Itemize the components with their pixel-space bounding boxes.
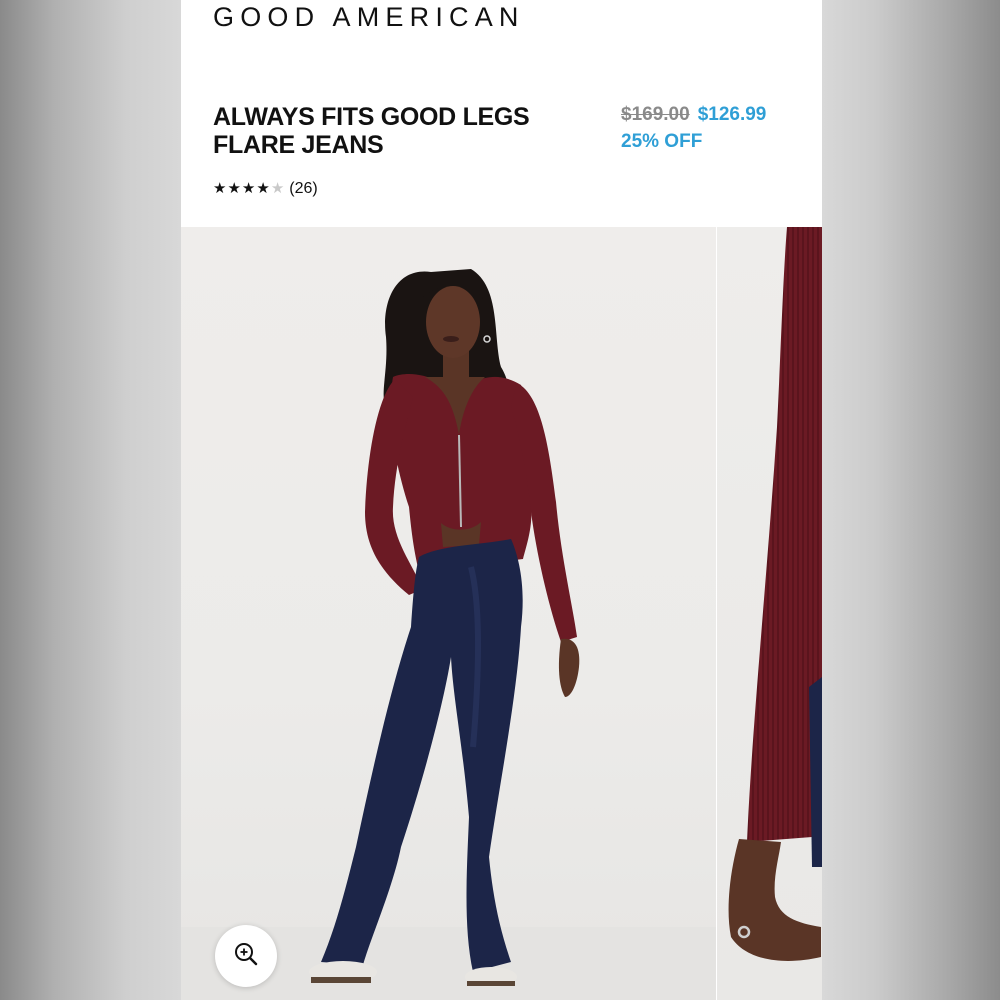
discount-badge: 25% OFF <box>621 131 703 152</box>
model-full-body-photo[interactable] <box>181 227 716 1000</box>
star-icon: ★ <box>213 180 227 197</box>
review-count[interactable]: (26) <box>289 180 317 198</box>
zoom-in-icon <box>233 941 259 972</box>
star-icon: ★ <box>241 180 256 197</box>
rating[interactable]: ★ ★ ★ ★ ★ (26) <box>213 179 318 199</box>
sale-price: $126.99 <box>697 104 767 125</box>
background-right <box>822 0 1000 1000</box>
star-icon: ★ <box>256 180 270 197</box>
star-empty-icon: ★ <box>270 180 285 197</box>
zoom-button[interactable] <box>215 925 277 987</box>
star-icon: ★ <box>227 180 241 197</box>
brand-logo[interactable]: GOOD AMERICAN <box>213 2 525 33</box>
original-price: $169.00 <box>621 104 690 125</box>
product-page: GOOD AMERICAN ALWAYS FITS GOOD LEGS FLAR… <box>181 0 822 1000</box>
product-title: ALWAYS FITS GOOD LEGS FLARE JEANS <box>213 103 530 159</box>
background-left <box>0 0 181 1000</box>
sleeve-closeup-photo[interactable] <box>717 227 822 1000</box>
image-gallery[interactable] <box>181 227 822 1000</box>
price-block: $169.00 $126.99 25% OFF <box>621 104 821 153</box>
